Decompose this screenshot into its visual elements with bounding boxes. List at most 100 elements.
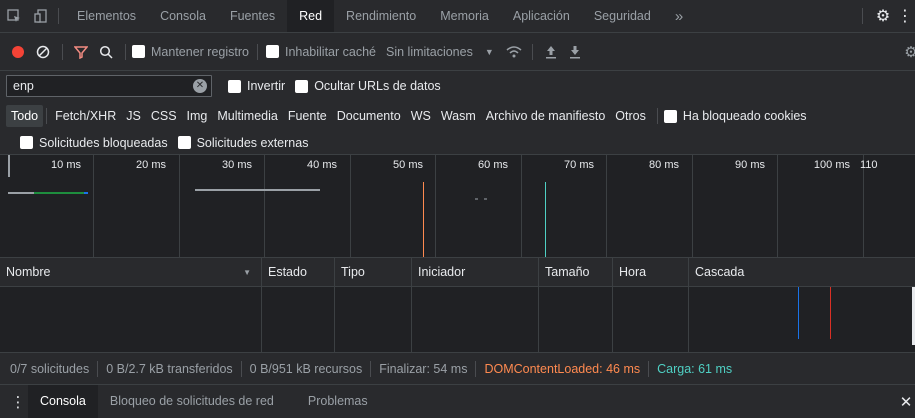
column-header-estado[interactable]: Estado [262,258,335,287]
drawer-tab-bloqueo[interactable]: Bloqueo de solicitudes de red [98,385,286,418]
blocked-requests-row: Solicitudes bloqueadas Solicitudes exter… [0,131,915,155]
more-options-icon[interactable]: ⋮ [895,0,915,32]
dom-content-loaded-time: DOMContentLoaded: 46 ms [484,361,641,376]
disable-cache-checkbox[interactable] [265,45,279,58]
type-wasm[interactable]: Wasm [436,105,481,127]
timeline-label: 80 ms [649,159,679,171]
timeline-gridline [606,155,607,257]
throttling-select[interactable]: Sin limitaciones [386,45,473,59]
type-css[interactable]: CSS [146,105,182,127]
preserve-log-checkbox[interactable] [132,45,145,58]
blocked-requests-label: Solicitudes bloqueadas [39,135,168,150]
clear-icon[interactable] [30,33,56,70]
type-multimedia[interactable]: Multimedia [212,105,282,127]
column-hora [613,287,689,353]
network-conditions-wifi-icon[interactable] [504,45,524,59]
column-header-nombre[interactable]: Nombre ▼ [0,258,262,287]
tab-red[interactable]: Red [287,0,335,32]
timeline-label: 50 ms [393,159,423,171]
column-iniciador [412,287,539,353]
network-summary-bar: 0/7 solicitudes 0 B/2.7 kB transferidos … [0,353,915,385]
column-header-tipo[interactable]: Tipo [335,258,412,287]
close-drawer-icon[interactable]: ✕ [897,393,915,411]
type-manifest[interactable]: Archivo de manifiesto [481,105,611,127]
timeline-label: 20 ms [136,159,166,171]
type-img[interactable]: Img [182,105,213,127]
timeline-label: 40 ms [307,159,337,171]
third-party-checkbox[interactable] [177,136,191,149]
resources-size: 0 B/951 kB recursos [249,361,363,376]
tab-seguridad[interactable]: Seguridad [582,0,663,32]
requests-table: Nombre ▼ Estado Tipo Iniciador Tamaño Ho… [0,258,915,353]
tab-aplicacion[interactable]: Aplicación [501,0,582,32]
tab-memoria[interactable]: Memoria [428,0,501,32]
timeline-gridline [350,155,351,257]
timeline-gridline [435,155,436,257]
clear-filter-icon[interactable]: ✕ [193,79,207,93]
drawer-tab-problemas[interactable]: Problemas [296,385,380,418]
column-header-hora[interactable]: Hora [613,258,689,287]
column-cascada [689,287,915,353]
third-party-label: Solicitudes externas [196,135,309,150]
timeline-gridline [93,155,94,257]
timeline-label: 70 ms [564,159,594,171]
device-toolbar-icon[interactable] [28,0,54,32]
type-fuente[interactable]: Fuente [283,105,332,127]
invert-checkbox[interactable] [228,79,241,93]
type-ws[interactable]: WS [406,105,436,127]
drawer-tab-consola[interactable]: Consola [28,385,98,418]
sort-descending-icon: ▼ [243,268,251,277]
requests-table-header: Nombre ▼ Estado Tipo Iniciador Tamaño Ho… [0,258,915,287]
type-otros[interactable]: Otros [610,105,651,127]
chevron-down-icon[interactable]: ▼ [485,47,494,57]
network-settings-gear-icon[interactable]: ⚙ [901,43,915,61]
tab-elementos[interactable]: Elementos [65,0,148,32]
search-icon[interactable] [93,33,119,70]
blocked-requests-checkbox[interactable] [20,136,33,149]
timeline-gridline [179,155,180,257]
filter-input[interactable]: enp ✕ [6,75,212,97]
type-js[interactable]: JS [121,105,146,127]
filter-funnel-icon[interactable] [69,33,93,70]
overview-request-bar [195,189,320,191]
overview-request-bar [8,192,34,194]
record-button[interactable] [6,33,30,70]
requests-count: 0/7 solicitudes [10,361,90,376]
export-har-download-icon[interactable] [565,45,585,59]
column-header-cascada[interactable]: Cascada [689,258,915,287]
type-todo[interactable]: Todo [6,105,44,127]
tab-consola[interactable]: Consola [148,0,218,32]
blocked-cookies-checkbox[interactable] [663,109,677,123]
overview-left-handle[interactable] [8,155,10,177]
drawer-tab-bar: ⋮ Consola Bloqueo de solicitudes de red … [0,385,915,418]
timeline-label: 100 ms [813,159,850,171]
overview-request-bar [484,198,487,200]
column-nombre [0,287,262,353]
network-toolbar: Mantener registro Inhabilitar caché Sin … [0,33,915,71]
timeline-label: 30 ms [222,159,252,171]
column-tamano [539,287,613,353]
drawer-menu-icon[interactable]: ⋮ [8,393,28,411]
import-har-upload-icon[interactable] [541,45,561,59]
column-header-iniciador[interactable]: Iniciador [412,258,539,287]
devtools-tab-bar: Elementos Consola Fuentes Red Rendimient… [0,0,915,33]
inspect-element-icon[interactable] [0,0,28,32]
timeline-label: 60 ms [478,159,508,171]
tab-rendimiento[interactable]: Rendimiento [334,0,428,32]
disable-cache-label: Inhabilitar caché [284,44,376,59]
timeline-gridline [264,155,265,257]
preserve-log-label: Mantener registro [151,44,249,59]
more-tabs-button[interactable]: » [663,0,695,32]
type-fetch-xhr[interactable]: Fetch/XHR [50,105,121,127]
tab-fuentes[interactable]: Fuentes [218,0,287,32]
waterfall-dom-content-loaded-line [798,287,799,339]
overview-request-bar [84,192,88,194]
settings-gear-icon[interactable]: ⚙ [871,0,895,32]
type-documento[interactable]: Documento [332,105,406,127]
finish-time: Finalizar: 54 ms [379,361,468,376]
timeline-label: 90 ms [735,159,765,171]
timeline-overview[interactable]: 10 ms 20 ms 30 ms 40 ms 50 ms 60 ms 70 m… [0,155,915,258]
filter-row: enp ✕ Invertir Ocultar URLs de datos [0,71,915,101]
column-header-tamano[interactable]: Tamaño [539,258,613,287]
hide-data-urls-checkbox[interactable] [295,79,309,93]
